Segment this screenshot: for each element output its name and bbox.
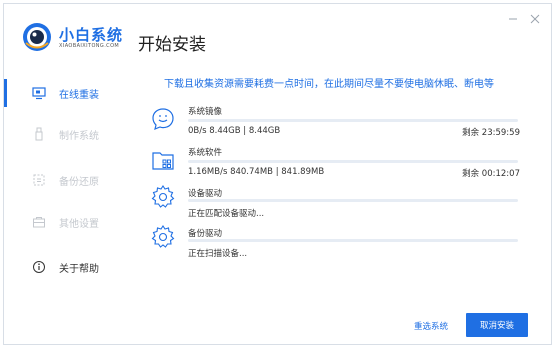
task-progress-bar (188, 160, 518, 163)
info-icon (33, 261, 45, 273)
sidebar-item-label: 备份还原 (59, 176, 99, 188)
sidebar-item-label: 关于帮助 (59, 263, 99, 275)
task-remaining: 剩余 00:12:07 (462, 169, 520, 179)
usb-drive-icon (35, 127, 43, 141)
task-name: 备份驱动 (188, 229, 223, 239)
page-title: 开始安装 (138, 35, 206, 55)
task-name: 设备驱动 (188, 189, 223, 199)
logo-title: 小白系统 (59, 26, 124, 44)
close-icon[interactable] (529, 13, 541, 25)
sidebar-item-label: 其他设置 (59, 218, 99, 230)
sidebar-item-backup-restore[interactable]: 备份还原 (4, 163, 124, 197)
task-name: 系统软件 (188, 148, 223, 158)
cancel-install-button[interactable]: 取消安装 (466, 313, 528, 337)
logo-subtitle: XIAOBAIXITONG.COM (59, 43, 120, 49)
sidebar-item-online-reinstall[interactable]: 在线重装 (4, 76, 124, 110)
task-info: 1.16MB/s 840.74MB | 841.89MB (188, 167, 325, 177)
minimize-icon[interactable] (507, 13, 519, 25)
sidebar-item-make-system[interactable]: 制作系统 (4, 117, 124, 151)
sidebar-item-other-settings[interactable]: 其他设置 (4, 205, 124, 239)
task-name: 系统镜像 (188, 107, 223, 117)
sidebar-item-about-help[interactable]: 关于帮助 (4, 250, 124, 284)
task-info: 正在扫描设备... (188, 249, 248, 259)
chat-bubble-icon (152, 108, 174, 130)
task-backup-driver: 备份驱动 正在扫描设备... (150, 222, 520, 259)
gear-icon (151, 185, 175, 208)
backup-restore-icon (33, 174, 45, 186)
monitor-icon (32, 87, 46, 100)
task-progress-bar (188, 119, 518, 122)
task-info: 正在匹配设备驱动... (188, 209, 265, 219)
installer-window: 小白系统 XIAOBAIXITONG.COM 在线重装 制作系统 备份还原 其他… (3, 3, 552, 345)
task-system-software: 系统软件 1.16MB/s 840.74MB | 841.89MB 剩余 00:… (150, 143, 520, 179)
gear-backup-icon (151, 225, 175, 248)
sidebar-item-label: 在线重装 (59, 89, 99, 101)
logo-icon (23, 23, 51, 51)
sidebar-item-label: 制作系统 (59, 130, 99, 142)
folder-apps-icon (152, 152, 174, 170)
reselect-system-button[interactable]: 重选系统 (414, 320, 448, 332)
task-info: 0B/s 8.44GB | 8.44GB (188, 126, 281, 136)
task-progress-bar (188, 199, 518, 202)
task-system-image: 系统镜像 0B/s 8.44GB | 8.44GB 剩余 23:59:59 (150, 102, 520, 138)
task-remaining: 剩余 23:59:59 (462, 128, 520, 138)
task-progress-bar (188, 239, 518, 242)
notice-text: 下载且收集资源需要耗费一点时间，在此期间尽量不要使电脑休眠、断电等 (164, 79, 494, 90)
settings-box-icon (33, 217, 45, 228)
task-device-driver: 设备驱动 正在匹配设备驱动... (150, 182, 520, 219)
active-indicator (4, 79, 7, 107)
